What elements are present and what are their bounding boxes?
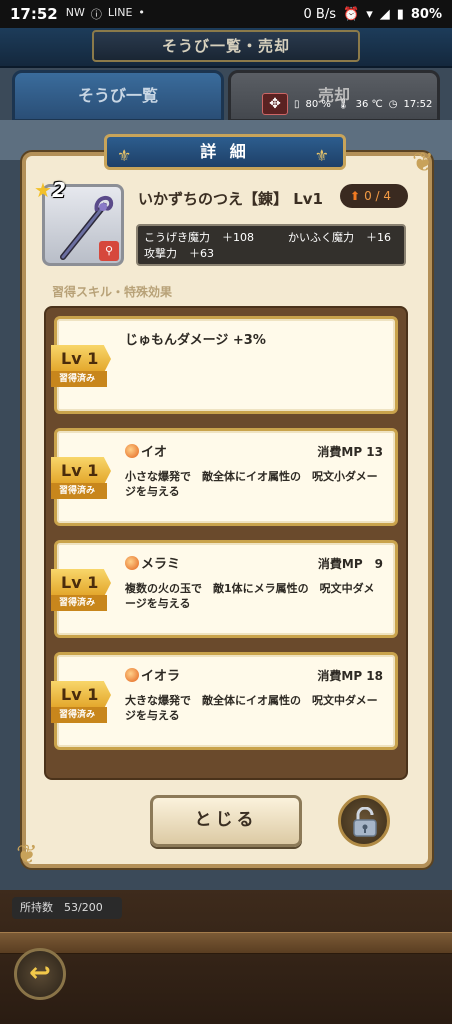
stats-box: こうげき魔力 ＋108 かいふく魔力 ＋16 攻撃力 ＋63 (136, 224, 406, 266)
notification-icon-4: • (138, 6, 145, 19)
weapon-type-icon: ⚲ (99, 241, 119, 261)
skill-level: Lv 1 (51, 569, 111, 597)
screen-title: そうび一覧・売却 (92, 30, 360, 62)
stat-label: かいふく魔力 (288, 231, 354, 244)
skill-mp-cost: 消費MP 9 (317, 557, 383, 571)
panel-title-bar: ⚜ 詳 細 ⚜ (104, 134, 346, 170)
skill-mp-cost: 消費MP 18 (317, 669, 383, 683)
level-ribbon: Lv 1 習得済み (51, 569, 117, 613)
skill-level: Lv 1 (51, 457, 111, 485)
rarity-badge: ★ 2 (34, 178, 66, 202)
rarity-value: 2 (51, 178, 66, 202)
upgrade-count: ⬆ 0 / 4 (340, 184, 408, 208)
skill-title: メラミ (141, 557, 181, 572)
skills-heading: 習得スキル・特殊効果 (52, 285, 173, 299)
signal-icon: ◢ (379, 6, 390, 22)
stat-label: 攻撃力 (144, 247, 177, 260)
bottom-band (0, 932, 452, 954)
status-time: 17:52 (10, 5, 58, 23)
hud-battery: 80 % (305, 98, 331, 110)
hud-temperature: 36 ℃ (355, 98, 383, 110)
upgrade-arrow-icon: ⬆ (350, 189, 361, 203)
hud-battery-icon: ▯ (294, 98, 300, 110)
fleur-right-icon: ⚜ (314, 146, 333, 165)
battery-percent: 80% (410, 6, 442, 22)
level-ribbon: Lv 1 習得済み (51, 681, 117, 725)
level-ribbon: Lv 1 習得済み (51, 345, 117, 389)
corner-ornament-tr: ❦ (412, 148, 434, 178)
panel-title: 詳 細 (200, 142, 250, 161)
skill-description: 複数の火の玉で 敵1体にメラ属性の 呪文中ダメージを与える (125, 582, 375, 610)
alarm-icon: ⏰ (343, 6, 360, 22)
skill-card[interactable]: Lv 1 習得済み メラミ 消費MP 9 複数の火の玉で 敵1体にメラ属性の 呪… (51, 540, 398, 638)
fire-orb-icon (125, 556, 139, 570)
skill-title: イオ (141, 445, 168, 460)
fleur-left-icon: ⚜ (117, 146, 136, 165)
back-button[interactable]: ↩ (14, 948, 66, 1000)
skill-card[interactable]: Lv 1 習得済み イオ 消費MP 13 小さな爆発で 敵全体にイオ属性の 呪文… (51, 428, 398, 526)
hud-time: 17:52 (403, 98, 433, 110)
skill-status: 習得済み (51, 595, 107, 611)
star-icon: ★ (34, 178, 52, 202)
notification-icon-3: LINE (107, 6, 133, 19)
thermometer-icon: 🌡 (336, 98, 350, 110)
lock-button[interactable] (338, 795, 390, 847)
move-icon[interactable]: ✥ (262, 93, 288, 115)
tab-equipment-list[interactable]: そうび一覧 (12, 70, 224, 122)
skill-card[interactable]: Lv 1 習得済み じゅもんダメージ +3% (51, 316, 398, 414)
notification-icon-2: ⓘ (90, 8, 102, 21)
unlock-icon (353, 807, 377, 837)
stat-value: ＋16 (366, 231, 391, 244)
upgrade-value: 0 / 4 (364, 189, 392, 203)
skill-level: Lv 1 (51, 681, 111, 709)
skill-description: 大きな爆発で 敵全体にイオ属性の 呪文中ダメージを与える (125, 694, 378, 722)
wifi-icon: ▾ (366, 6, 373, 22)
skill-status: 習得済み (51, 483, 107, 499)
skill-status: 習得済み (51, 707, 107, 723)
hud-overlay: ✥ ▯ 80 % 🌡 36 ℃ ◷ 17:52 (262, 93, 452, 115)
skill-card[interactable]: Lv 1 習得済み イオラ 消費MP 18 大きな爆発で 敵全体にイオ属性の 呪… (51, 652, 398, 750)
fire-orb-icon (125, 668, 139, 682)
stat-label: こうげき魔力 (144, 231, 210, 244)
back-icon: ↩ (29, 958, 51, 988)
item-count: 所持数 53/200 (12, 897, 122, 919)
stat-value: ＋108 (222, 231, 254, 244)
skill-mp-cost: 消費MP 13 (317, 445, 383, 459)
skill-title: じゅもんダメージ +3% (125, 333, 266, 348)
skill-level: Lv 1 (51, 345, 111, 373)
skill-status: 習得済み (51, 371, 107, 387)
corner-ornament-bl: ❦ (16, 840, 38, 870)
battery-icon: ▮ (396, 6, 404, 22)
clock-icon: ◷ (388, 98, 398, 110)
fire-orb-icon (125, 444, 139, 458)
notification-icon-1: NW (65, 6, 85, 19)
network-speed: 0 B/s (303, 6, 336, 22)
stat-value: ＋63 (189, 247, 214, 260)
status-bar: 17:52 NW ⓘ LINE • 0 B/s ⏰ ▾ ◢ ▮ 80% (0, 0, 452, 28)
skill-description: 小さな爆発で 敵全体にイオ属性の 呪文小ダメージを与える (125, 470, 378, 498)
level-ribbon: Lv 1 習得済み (51, 457, 117, 501)
item-name: いかずちのつえ【錬】 Lv1 (138, 190, 323, 208)
notification-icons: NW ⓘ LINE • (66, 6, 145, 22)
skill-title: イオラ (141, 669, 181, 684)
close-button[interactable]: とじる (150, 795, 302, 847)
